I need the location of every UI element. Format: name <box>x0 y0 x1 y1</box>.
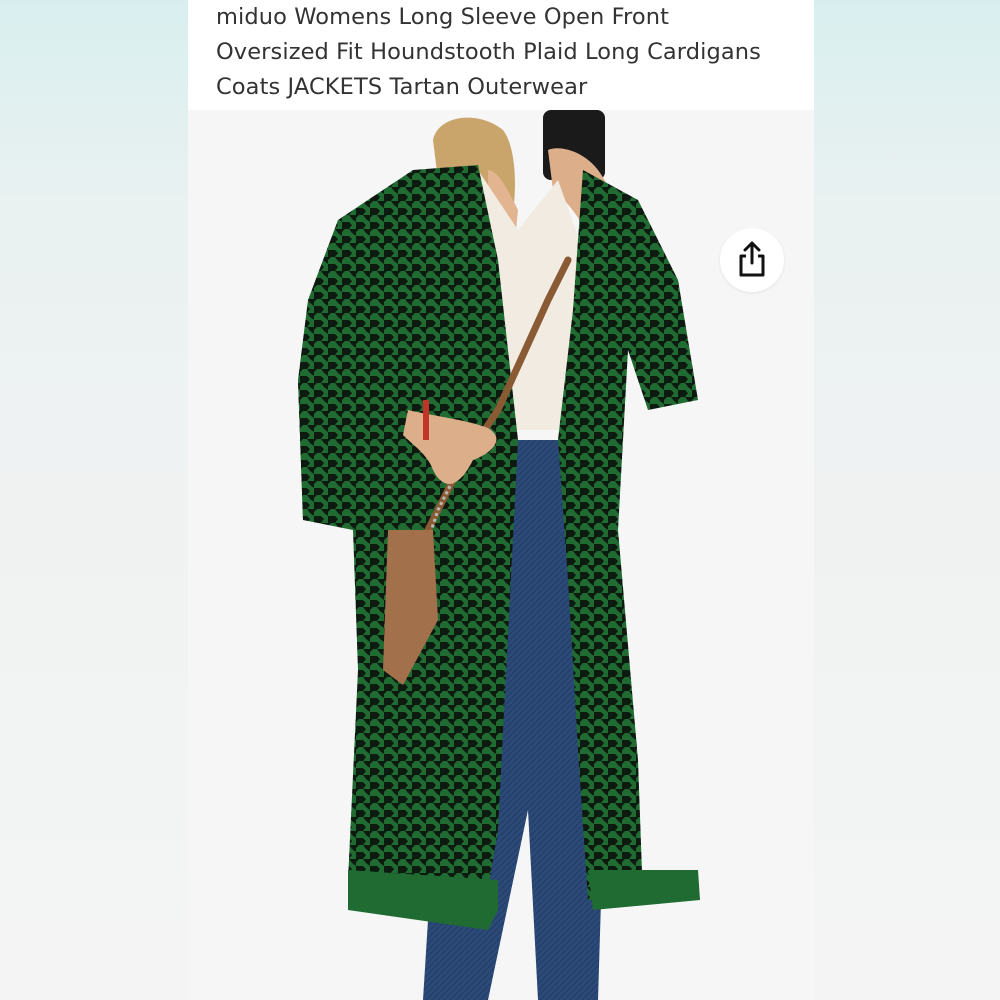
left-background <box>0 0 188 1000</box>
title-area: miduo Womens Long Sleeve Open Front Over… <box>188 0 814 110</box>
product-image[interactable] <box>188 110 814 1000</box>
right-background <box>814 0 1000 1000</box>
share-button[interactable] <box>720 228 784 292</box>
product-title-line-1: miduo Womens Long Sleeve Open Front <box>216 4 670 30</box>
product-title: miduo Womens Long Sleeve Open Front Over… <box>216 0 796 105</box>
product-title-line-2: Oversized Fit Houndstooth Plaid Long Car… <box>216 39 761 65</box>
model-wearing-coat-illustration <box>298 110 700 1000</box>
product-card: miduo Womens Long Sleeve Open Front Over… <box>188 0 814 1000</box>
share-icon <box>739 241 765 277</box>
product-title-line-3: Coats JACKETS Tartan Outerwear <box>216 74 588 100</box>
